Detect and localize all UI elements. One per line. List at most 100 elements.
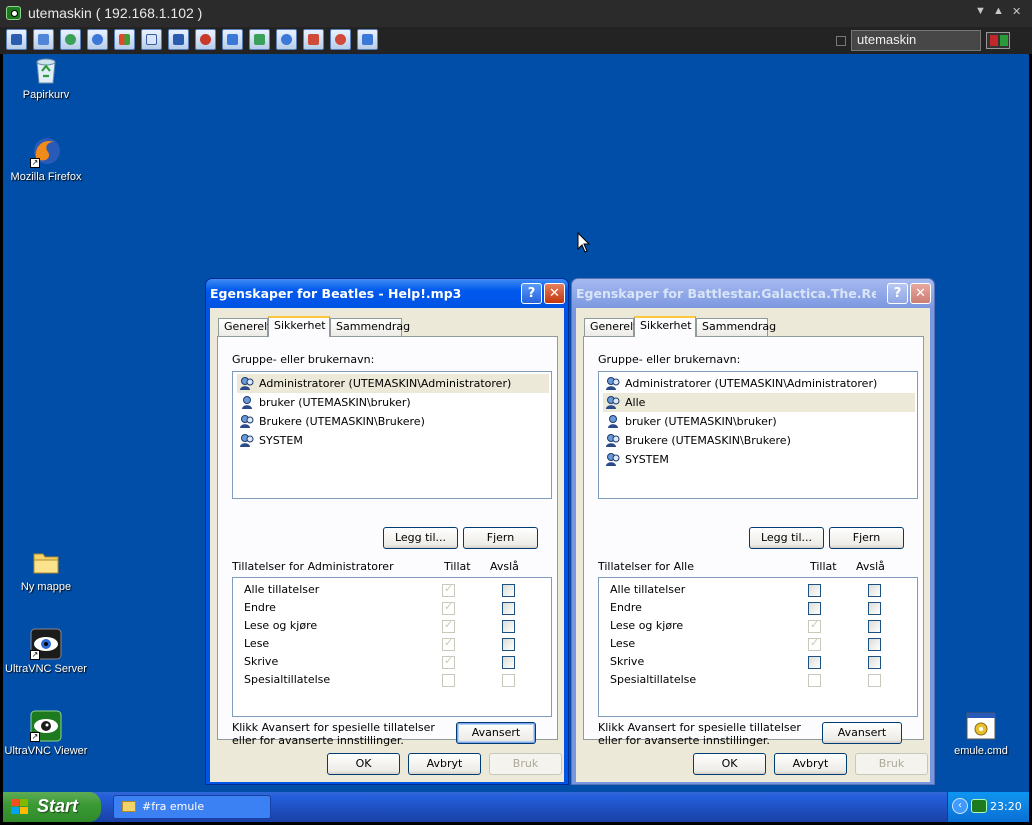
tab-sammendrag[interactable]: Sammendrag — [696, 318, 776, 336]
dialog-title-bar[interactable]: Egenskaper for Battlestar.Galactica.The.… — [572, 279, 934, 308]
deny-checkbox[interactable] — [502, 620, 515, 633]
show-hidden-icons-icon[interactable]: ‹ — [952, 798, 968, 814]
help-icon[interactable]: ? — [521, 283, 542, 304]
add-button[interactable]: Legg til... — [749, 527, 824, 549]
tab-sikkerhet[interactable]: Sikkerhet — [268, 316, 330, 337]
list-item[interactable]: Administratorer (UTEMASKIN\Administrator… — [603, 374, 915, 393]
user-list[interactable]: Administratorer (UTEMASKIN\Administrator… — [598, 371, 918, 499]
advanced-note: Klikk Avansert for spesielle tillatelser… — [598, 721, 801, 747]
windows-key-icon[interactable] — [114, 29, 135, 50]
list-item[interactable]: bruker (UTEMASKIN\bruker) — [603, 412, 915, 431]
user-group-icon — [239, 414, 255, 429]
desktop-icon-firefox[interactable]: ↗ Mozilla Firefox — [3, 136, 89, 183]
permission-label: Skrive — [244, 655, 279, 668]
permissions-label: Tillatelser for Administratorer — [232, 560, 394, 573]
allow-checkbox — [442, 636, 455, 651]
deny-checkbox[interactable] — [868, 620, 881, 633]
help-icon[interactable]: ? — [887, 283, 908, 304]
vnc-title-bar: utemaskin ( 192.168.1.102 ) ▼ ▲ ✕ — [0, 0, 1032, 27]
allow-checkbox[interactable] — [808, 584, 821, 597]
permission-label: Lese — [610, 637, 636, 650]
allow-header: Tillat — [444, 560, 471, 573]
connection-info-icon[interactable] — [357, 29, 378, 50]
list-item[interactable]: Brukere (UTEMASKIN\Brukere) — [603, 431, 915, 450]
vnc-close-button[interactable]: ✕ — [1012, 5, 1021, 18]
list-item[interactable]: SYSTEM — [603, 450, 915, 469]
user-list[interactable]: Administratorer (UTEMASKIN\Administrator… — [232, 371, 552, 499]
batch-file-icon — [965, 710, 997, 742]
desktop-icon-ultravnc-viewer[interactable]: ↗ UltraVNC Viewer — [3, 710, 89, 757]
vnc-minimize-button[interactable]: ▼ — [975, 5, 986, 17]
desktop-icon-new-folder[interactable]: Ny mappe — [3, 546, 89, 593]
list-item[interactable]: SYSTEM — [237, 431, 549, 450]
desktop-icon-emule-cmd[interactable]: emule.cmd — [938, 710, 1024, 757]
vnc-maximize-button[interactable]: ▲ — [993, 5, 1004, 17]
tab-generelt[interactable]: Generelt — [584, 318, 637, 336]
advanced-button[interactable]: Avansert — [822, 722, 902, 744]
allow-checkbox — [442, 582, 455, 597]
file-transfer-icon[interactable] — [168, 29, 189, 50]
deny-checkbox[interactable] — [502, 584, 515, 597]
folder-icon — [30, 546, 62, 578]
ultravnc-tray-icon[interactable] — [971, 799, 987, 813]
tray-clock[interactable]: 23:20 — [990, 800, 1022, 813]
ctrl-alt-del-icon[interactable] — [6, 29, 27, 50]
tab-sammendrag[interactable]: Sammendrag — [330, 318, 410, 336]
remove-button[interactable]: Fjern — [463, 527, 538, 549]
full-window-icon[interactable] — [330, 29, 351, 50]
deny-checkbox[interactable] — [868, 656, 881, 669]
deny-checkbox[interactable] — [502, 656, 515, 669]
options-icon[interactable] — [222, 29, 243, 50]
desktop-icon-ultravnc-server[interactable]: ↗ UltraVNC Server — [3, 628, 89, 675]
allow-checkbox[interactable] — [808, 602, 821, 615]
folder-icon — [122, 801, 136, 812]
user-group-icon — [605, 433, 621, 448]
close-icon[interactable]: ✕ — [910, 283, 931, 304]
scale-icon[interactable] — [276, 29, 297, 50]
allow-checkbox[interactable] — [808, 656, 821, 669]
ok-button[interactable]: OK — [693, 753, 766, 775]
allow-checkbox — [808, 618, 821, 633]
ultravnc-viewer-icon: ↗ — [30, 710, 62, 742]
desktop-icon-label: UltraVNC Viewer — [4, 745, 88, 757]
cancel-button[interactable]: Avbryt — [408, 753, 481, 775]
deny-checkbox[interactable] — [502, 638, 515, 651]
add-button[interactable]: Legg til... — [383, 527, 458, 549]
start-label: Start — [37, 796, 79, 816]
list-item[interactable]: bruker (UTEMASKIN\bruker) — [237, 393, 549, 412]
deny-checkbox[interactable] — [502, 602, 515, 615]
list-item[interactable]: Alle — [603, 393, 915, 412]
list-item[interactable]: Administratorer (UTEMASKIN\Administrator… — [237, 374, 549, 393]
close-icon[interactable]: ✕ — [544, 283, 565, 304]
fullscreen-icon[interactable] — [33, 29, 54, 50]
desktop-icon-recycle-bin[interactable]: Papirkurv — [3, 54, 89, 101]
allow-checkbox — [808, 674, 821, 687]
view-only-icon[interactable] — [249, 29, 270, 50]
dialog-title-bar[interactable]: Egenskaper for Beatles - Help!.mp3 ? ✕ — [206, 279, 568, 308]
permission-label: Alle tillatelser — [610, 583, 686, 596]
ok-button[interactable]: OK — [327, 753, 400, 775]
deny-checkbox[interactable] — [868, 602, 881, 615]
list-item[interactable]: Brukere (UTEMASKIN\Brukere) — [237, 412, 549, 431]
tab-sikkerhet[interactable]: Sikkerhet — [634, 316, 696, 337]
permissions-list: Alle tillatelser Endre Lese og kjøre Les… — [598, 577, 918, 717]
firefox-icon: ↗ — [30, 136, 62, 168]
taskbar-item-label: #fra emule — [142, 800, 205, 813]
remove-button[interactable]: Fjern — [829, 527, 904, 549]
vnc-status-indicator-icon — [986, 32, 1010, 49]
taskbar-item-explorer[interactable]: #fra emule — [113, 795, 271, 819]
refresh-screen-icon[interactable] — [60, 29, 81, 50]
text-chat-icon[interactable] — [141, 29, 162, 50]
tab-generelt[interactable]: Generelt — [218, 318, 271, 336]
vnc-option-checkbox[interactable] — [836, 36, 846, 46]
start-button[interactable]: Start — [3, 792, 101, 822]
dialog-title: Egenskaper for Beatles - Help!.mp3 — [210, 286, 462, 301]
cancel-button[interactable]: Avbryt — [774, 753, 847, 775]
sync-icon[interactable] — [87, 29, 108, 50]
deny-checkbox[interactable] — [868, 638, 881, 651]
advanced-button[interactable]: Avansert — [456, 722, 536, 744]
disconnect-icon[interactable] — [195, 29, 216, 50]
vnc-connection-combo[interactable]: utemaskin — [851, 30, 981, 51]
deny-checkbox[interactable] — [868, 584, 881, 597]
single-window-icon[interactable] — [303, 29, 324, 50]
